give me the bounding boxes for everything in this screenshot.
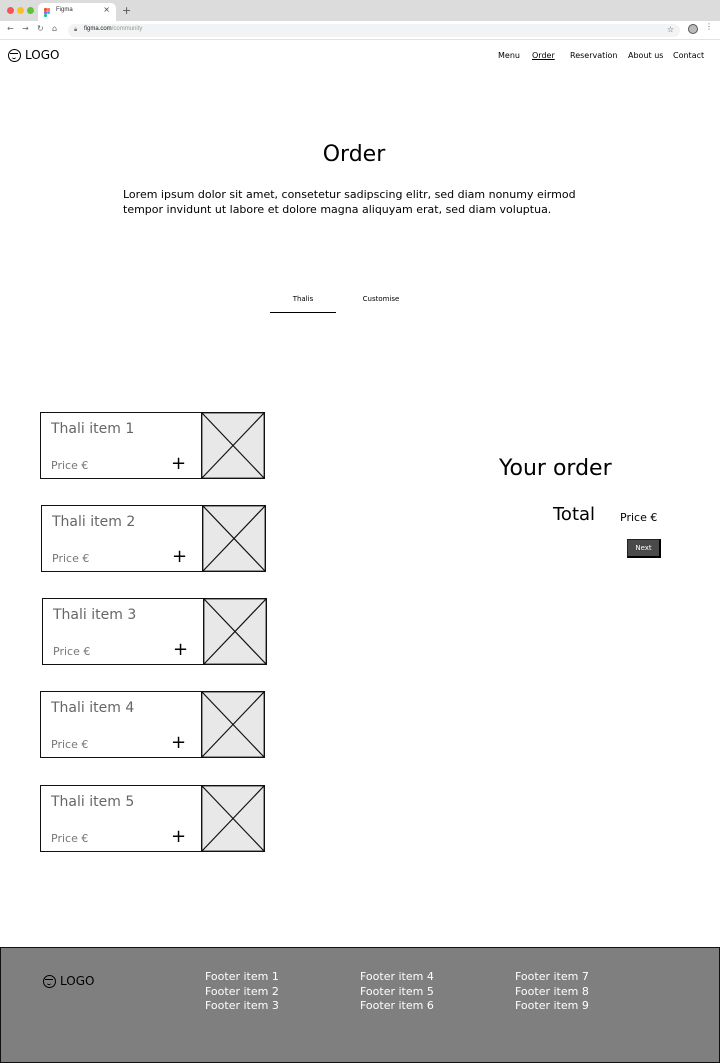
thali-card-body[interactable]: Thali item 5 Price € + — [40, 785, 202, 852]
header-logo[interactable]: LOGO — [8, 48, 59, 62]
footer-item[interactable]: Footer item 5 — [360, 985, 434, 1000]
nav-menu[interactable]: Menu — [498, 51, 520, 60]
lock-icon: 🔒︎ — [74, 26, 78, 33]
bookmark-star-icon[interactable]: ☆ — [667, 25, 674, 34]
reload-icon[interactable]: ↻ — [37, 24, 44, 33]
thali-price: Price € — [53, 645, 91, 658]
intro-text: Lorem ipsum dolor sit amet, consetetur s… — [123, 188, 576, 216]
tab-title: Figma — [56, 7, 73, 13]
total-price: Price € — [620, 511, 658, 524]
url-path: /community — [111, 26, 143, 32]
image-placeholder-icon — [203, 598, 267, 665]
footer-logo[interactable]: LOGO — [43, 974, 94, 988]
next-button[interactable]: Next — [627, 539, 661, 558]
image-placeholder-icon — [202, 505, 266, 572]
thali-price: Price € — [52, 552, 90, 565]
logo-text: LOGO — [60, 974, 95, 988]
browser-toolbar: ← → ↻ ⌂ 🔒︎ figma.com/community ☆ — [0, 21, 720, 40]
maximize-window-icon[interactable] — [27, 7, 34, 14]
thali-card-4: Thali item 4 Price € + — [40, 691, 265, 758]
logo-icon — [43, 974, 56, 988]
thali-price: Price € — [51, 459, 89, 472]
page-title: Order — [322, 142, 386, 167]
footer-column-2: Footer item 4 Footer item 5 Footer item … — [360, 970, 434, 1014]
thali-card-3: Thali item 3 Price € + — [42, 598, 267, 665]
back-icon[interactable]: ← — [7, 24, 14, 33]
footer-column-3: Footer item 7 Footer item 8 Footer item … — [515, 970, 589, 1014]
footer-item[interactable]: Footer item 4 — [360, 970, 434, 985]
footer-item[interactable]: Footer item 1 — [205, 970, 279, 985]
logo-icon — [8, 48, 21, 62]
image-placeholder-icon — [201, 691, 265, 758]
add-to-order-button[interactable]: + — [171, 826, 186, 847]
url-text: figma.com/community — [84, 26, 142, 32]
home-icon[interactable]: ⌂ — [52, 24, 57, 33]
total-label: Total — [553, 504, 596, 525]
new-tab-icon[interactable]: + — [122, 4, 131, 17]
add-to-order-button[interactable]: + — [171, 453, 186, 474]
footer-item[interactable]: Footer item 7 — [515, 970, 589, 985]
thali-card-1: Thali item 1 Price € + — [40, 412, 265, 479]
thali-name: Thali item 5 — [51, 794, 135, 810]
thali-name: Thali item 3 — [53, 607, 137, 623]
nav-reservation[interactable]: Reservation — [570, 51, 617, 60]
thali-name: Thali item 1 — [51, 421, 135, 437]
nav-about-us[interactable]: About us — [628, 51, 663, 60]
url-host: figma.com — [84, 26, 112, 32]
image-placeholder-icon — [201, 412, 265, 479]
tab-customise[interactable]: Customise — [348, 295, 414, 303]
add-to-order-button[interactable]: + — [171, 732, 186, 753]
browser-tab-strip: Figma × + — [0, 0, 720, 21]
add-to-order-button[interactable]: + — [172, 546, 187, 567]
image-placeholder-icon — [201, 785, 265, 852]
logo-text: LOGO — [25, 48, 60, 62]
footer-item[interactable]: Footer item 8 — [515, 985, 589, 1000]
your-order-heading: Your order — [499, 456, 612, 481]
footer-item[interactable]: Footer item 6 — [360, 999, 434, 1014]
footer-column-1: Footer item 1 Footer item 2 Footer item … — [205, 970, 279, 1014]
footer-item[interactable]: Footer item 2 — [205, 985, 279, 1000]
thali-card-body[interactable]: Thali item 4 Price € + — [40, 691, 202, 758]
more-options-icon[interactable]: ⋮ — [705, 22, 713, 31]
add-to-order-button[interactable]: + — [173, 639, 188, 660]
footer-item[interactable]: Footer item 9 — [515, 999, 589, 1014]
nav-order[interactable]: Order — [532, 51, 555, 60]
minimize-window-icon[interactable] — [17, 7, 24, 14]
thali-card-2: Thali item 2 Price € + — [41, 505, 266, 572]
address-bar[interactable]: 🔒︎ figma.com/community ☆ — [68, 24, 680, 37]
thali-price: Price € — [51, 832, 89, 845]
thali-name: Thali item 2 — [52, 514, 136, 530]
thali-price: Price € — [51, 738, 89, 751]
thali-name: Thali item 4 — [51, 700, 135, 716]
thali-card-body[interactable]: Thali item 1 Price € + — [40, 412, 202, 479]
profile-avatar-icon[interactable] — [688, 24, 698, 34]
thali-card-body[interactable]: Thali item 3 Price € + — [42, 598, 204, 665]
figma-icon — [44, 8, 51, 17]
thali-card-5: Thali item 5 Price € + — [40, 785, 265, 852]
tab-close-icon[interactable]: × — [103, 5, 110, 14]
forward-icon[interactable]: → — [22, 24, 29, 33]
thali-card-body[interactable]: Thali item 2 Price € + — [41, 505, 203, 572]
tab-thalis[interactable]: Thalis — [270, 295, 336, 313]
close-window-icon[interactable] — [7, 7, 14, 14]
browser-tab[interactable]: Figma × — [38, 3, 116, 21]
nav-contact[interactable]: Contact — [673, 51, 704, 60]
footer: LOGO Footer item 1 Footer item 2 Footer … — [0, 947, 720, 1063]
footer-item[interactable]: Footer item 3 — [205, 999, 279, 1014]
